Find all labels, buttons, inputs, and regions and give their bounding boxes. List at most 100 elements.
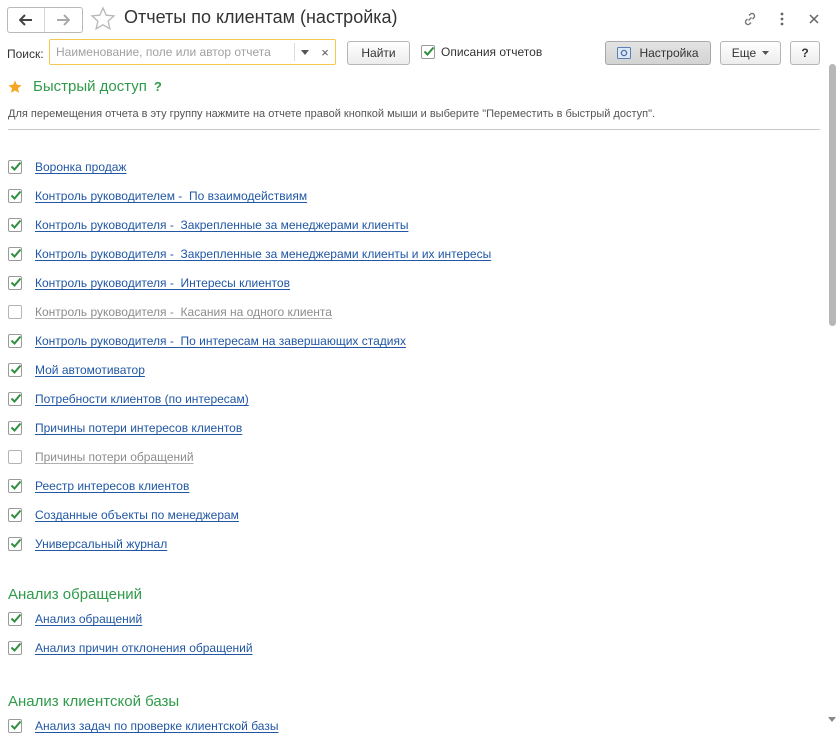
checkmark-icon	[10, 161, 22, 171]
search-field: ×	[49, 39, 336, 65]
report-link[interactable]: Причины потери обращений	[35, 450, 194, 464]
vertical-dots-icon	[780, 12, 784, 26]
checkmark-icon	[10, 720, 22, 730]
report-link[interactable]: Контроль руководителем - По взаимодейств…	[35, 189, 307, 203]
checkmark-icon	[10, 480, 22, 490]
report-link[interactable]: Универсальный журнал	[35, 537, 167, 551]
chevron-down-icon	[301, 49, 309, 55]
report-link[interactable]: Контроль руководителя - Касания на одног…	[35, 305, 332, 319]
scroll-thumb[interactable]	[829, 64, 836, 326]
report-link[interactable]: Потребности клиентов (по интересам)	[35, 392, 249, 406]
search-dropdown-button[interactable]	[294, 43, 315, 61]
checkmark-icon	[10, 509, 22, 519]
report-item: Контроль руководителя - Интересы клиенто…	[8, 274, 290, 292]
chevron-down-icon	[828, 717, 836, 722]
report-checkbox[interactable]	[8, 334, 22, 348]
vertical-scrollbar[interactable]	[826, 62, 839, 741]
close-icon	[809, 14, 819, 24]
checkmark-icon	[10, 422, 22, 432]
checkmark-icon	[423, 46, 435, 56]
report-checkbox[interactable]	[8, 508, 22, 522]
report-checkbox[interactable]	[8, 450, 22, 464]
report-checkbox[interactable]	[8, 363, 22, 377]
report-item: Анализ обращений	[8, 610, 142, 628]
report-checkbox[interactable]	[8, 641, 22, 655]
favorite-button[interactable]	[90, 6, 116, 32]
search-input[interactable]	[56, 45, 292, 59]
report-item: Анализ причин отклонения обращений	[8, 639, 253, 657]
checkmark-icon	[10, 538, 22, 548]
report-checkbox[interactable]	[8, 160, 22, 174]
report-item: Контроль руководителем - По взаимодейств…	[8, 187, 307, 205]
checkmark-icon	[10, 335, 22, 345]
search-label: Поиск:	[7, 47, 44, 61]
checkmark-icon	[10, 642, 22, 652]
report-link[interactable]: Реестр интересов клиентов	[35, 479, 189, 493]
report-item: Универсальный журнал	[8, 535, 167, 553]
help-button[interactable]: ?	[790, 41, 820, 65]
toolbar: Поиск: × Найти Описания отчетов Настройк…	[0, 38, 839, 70]
descriptions-toggle[interactable]: Описания отчетов	[421, 45, 542, 59]
star-filled-icon	[8, 80, 22, 93]
report-item: Причины потери обращений	[8, 448, 194, 466]
report-link[interactable]: Анализ причин отклонения обращений	[35, 641, 253, 655]
forward-button[interactable]	[44, 8, 81, 32]
report-checkbox[interactable]	[8, 421, 22, 435]
link-icon	[744, 12, 756, 26]
report-item: Контроль руководителя - Закрепленные за …	[8, 216, 408, 234]
report-checkbox[interactable]	[8, 189, 22, 203]
report-checkbox[interactable]	[8, 392, 22, 406]
window-controls	[729, 9, 825, 29]
descriptions-label: Описания отчетов	[441, 45, 543, 59]
back-button[interactable]	[8, 8, 44, 32]
setup-label: Настройка	[639, 46, 699, 60]
report-item: Мой автомотиватор	[8, 361, 145, 379]
find-button[interactable]: Найти	[347, 41, 410, 65]
report-link[interactable]: Воронка продаж	[35, 160, 126, 174]
menu-button[interactable]	[771, 9, 793, 29]
group-title: Анализ клиентской базы	[8, 693, 180, 710]
descriptions-checkbox[interactable]	[421, 45, 435, 59]
report-link[interactable]: Анализ обращений	[35, 612, 142, 626]
more-label: Еще	[731, 46, 757, 60]
checkmark-icon	[10, 277, 22, 287]
report-link[interactable]: Контроль руководителя - Закрепленные за …	[35, 247, 491, 261]
report-link[interactable]: Контроль руководителя - Закрепленные за …	[35, 218, 408, 232]
divider	[8, 129, 820, 130]
report-item: Созданные объекты по менеджерам	[8, 506, 239, 524]
checkmark-icon	[10, 248, 22, 258]
report-checkbox[interactable]	[8, 719, 22, 733]
report-checkbox[interactable]	[8, 247, 22, 261]
report-link[interactable]: Контроль руководителя - Интересы клиенто…	[35, 276, 290, 290]
group-title: Анализ обращений	[8, 586, 142, 603]
report-link[interactable]: Мой автомотиватор	[35, 363, 145, 377]
report-checkbox[interactable]	[8, 479, 22, 493]
report-item: Контроль руководителя - По интересам на …	[8, 332, 406, 350]
quick-access-header: Быстрый доступ ?	[8, 78, 162, 95]
report-link[interactable]: Анализ задач по проверке клиентской базы	[35, 719, 278, 733]
report-link[interactable]: Причины потери интересов клиентов	[35, 421, 242, 435]
more-button[interactable]: Еще	[720, 41, 781, 65]
report-checkbox[interactable]	[8, 276, 22, 290]
title-bar: Отчеты по клиентам (настройка)	[0, 0, 839, 38]
report-checkbox[interactable]	[8, 305, 22, 319]
report-item: Реестр интересов клиентов	[8, 477, 189, 495]
quick-access-help[interactable]: ?	[154, 79, 162, 94]
report-item: Воронка продаж	[8, 158, 126, 176]
checkmark-icon	[10, 613, 22, 623]
report-link[interactable]: Созданные объекты по менеджерам	[35, 508, 239, 522]
scroll-down-arrow[interactable]	[828, 715, 838, 725]
report-item: Анализ задач по проверке клиентской базы	[8, 717, 278, 735]
report-checkbox[interactable]	[8, 612, 22, 626]
report-link[interactable]: Контроль руководителя - По интересам на …	[35, 334, 406, 348]
quick-access-hint: Для перемещения отчета в эту группу нажм…	[8, 108, 656, 120]
report-checkbox[interactable]	[8, 537, 22, 551]
navigation-buttons	[7, 7, 83, 33]
search-clear-button[interactable]: ×	[316, 43, 334, 61]
link-button[interactable]	[739, 9, 761, 29]
arrow-left-icon	[19, 14, 32, 26]
setup-button[interactable]: Настройка	[605, 41, 711, 65]
chevron-down-icon	[762, 51, 770, 55]
close-button[interactable]	[803, 9, 825, 29]
report-checkbox[interactable]	[8, 218, 22, 232]
